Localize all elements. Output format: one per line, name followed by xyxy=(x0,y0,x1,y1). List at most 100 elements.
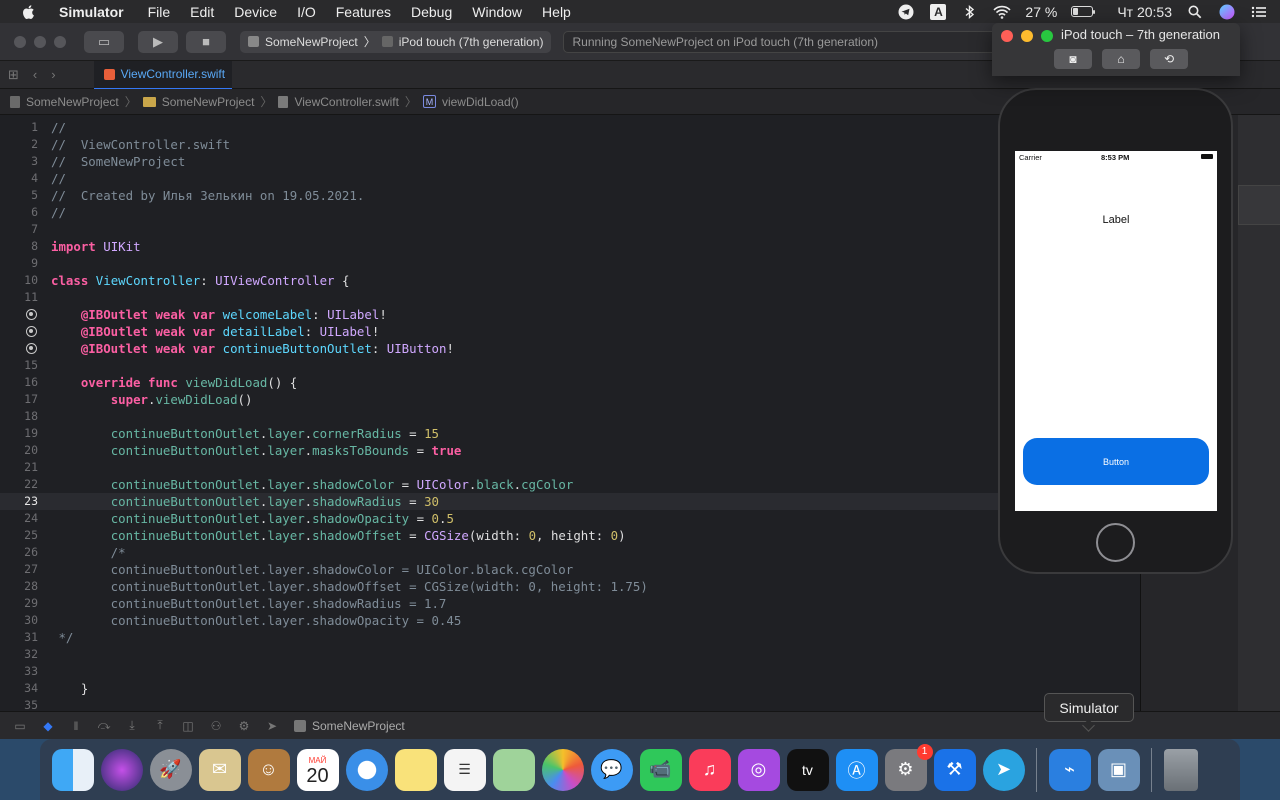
minimap[interactable] xyxy=(1238,115,1280,711)
source-editor[interactable]: 1 // 2 // ViewController.swift 3 // SomeNewPr… xyxy=(0,115,1140,711)
scheme-selector[interactable]: SomeNewProject 〉 iPod touch (7th generat… xyxy=(240,30,552,53)
rotate-button[interactable]: ⟲ xyxy=(1150,49,1188,69)
code-line[interactable]: 16 override func viewDidLoad() { xyxy=(0,374,1140,391)
tab-viewcontroller-swift[interactable]: ViewController.swift xyxy=(93,60,232,89)
code-line[interactable]: 18 xyxy=(0,408,1140,425)
step-out-icon[interactable]: ⤒ xyxy=(152,718,168,733)
code-line[interactable]: 30 continueButtonOutlet.layer.shadowOpac… xyxy=(0,612,1140,629)
code-line[interactable]: 4 // xyxy=(0,170,1140,187)
toggle-navigator-button[interactable]: ▭ xyxy=(84,30,124,53)
code-line[interactable]: 25 continueButtonOutlet.layer.shadowOffs… xyxy=(0,527,1140,544)
xcode-icon[interactable]: ⚒ xyxy=(933,748,976,791)
menu-features[interactable]: Features xyxy=(336,4,391,20)
menubar-clock[interactable]: Чт 20:53 xyxy=(1117,4,1172,20)
music-icon[interactable]: ♫ xyxy=(688,748,731,791)
menu-file[interactable]: File xyxy=(148,4,171,20)
code-line[interactable]: 22 continueButtonOutlet.layer.shadowColo… xyxy=(0,476,1140,493)
grid-icon[interactable]: ⊞ xyxy=(8,67,19,83)
code-line[interactable]: 11 xyxy=(0,289,1140,306)
step-into-icon[interactable]: ⤓ xyxy=(124,718,140,733)
code-line[interactable]: 19 continueButtonOutlet.layer.cornerRadi… xyxy=(0,425,1140,442)
code-line[interactable]: 7 xyxy=(0,221,1140,238)
jumpbar-project[interactable]: SomeNewProject xyxy=(26,95,119,109)
safari-icon[interactable] xyxy=(345,748,388,791)
code-line[interactable]: 35 xyxy=(0,697,1140,711)
sim-minimize-button[interactable] xyxy=(1021,30,1033,42)
sim-close-button[interactable] xyxy=(1001,30,1013,42)
finder-icon[interactable] xyxy=(51,748,94,791)
code-line[interactable]: 6 // xyxy=(0,204,1140,221)
code-line[interactable]: 13 @IBOutlet weak var detailLabel: UILab… xyxy=(0,323,1140,340)
mail-icon[interactable]: ✉ xyxy=(198,748,241,791)
code-line[interactable]: 1 // xyxy=(0,119,1140,136)
outlet-connection-icon[interactable] xyxy=(26,326,37,337)
siri-menubar-icon[interactable] xyxy=(1218,4,1236,20)
podcasts-icon[interactable]: ◎ xyxy=(737,748,780,791)
trash-icon[interactable] xyxy=(1163,748,1198,791)
launchpad-icon[interactable]: 🚀 xyxy=(149,748,192,791)
minimap-viewport[interactable] xyxy=(1238,185,1280,225)
back-arrow-icon[interactable]: ‹ xyxy=(33,67,37,83)
stop-button[interactable]: ■ xyxy=(186,30,226,53)
code-line[interactable]: 34 } xyxy=(0,680,1140,697)
hide-debug-area-icon[interactable]: ▭ xyxy=(12,719,28,733)
calendar-icon[interactable]: МАЙ 20 xyxy=(296,748,339,791)
code-line[interactable]: 17 super.viewDidLoad() xyxy=(0,391,1140,408)
code-line[interactable]: 31 */ xyxy=(0,629,1140,646)
code-line[interactable]: 12 @IBOutlet weak var welcomeLabel: UILa… xyxy=(0,306,1140,323)
simulator-icon[interactable]: ⌁ xyxy=(1048,748,1091,791)
code-line[interactable]: 33 xyxy=(0,663,1140,680)
zoom-window-button[interactable] xyxy=(54,35,66,48)
simulate-location-icon[interactable]: ➤ xyxy=(264,719,280,733)
outlet-connection-icon[interactable] xyxy=(26,343,37,354)
code-line[interactable]: 23 continueButtonOutlet.layer.shadowRadi… xyxy=(0,493,1140,510)
code-line[interactable]: 32 xyxy=(0,646,1140,663)
jumpbar-file[interactable]: ViewController.swift xyxy=(294,95,398,109)
code-line[interactable]: 28 continueButtonOutlet.layer.shadowOffs… xyxy=(0,578,1140,595)
contacts-icon[interactable]: ☺ xyxy=(247,748,290,791)
system-preferences-icon[interactable]: ⚙ 1 xyxy=(884,743,933,791)
maps-icon[interactable] xyxy=(492,748,535,791)
pause-icon[interactable]: ‖ xyxy=(68,719,84,733)
notes-icon[interactable] xyxy=(394,748,437,791)
reminders-icon[interactable]: ☰ xyxy=(443,748,486,791)
preview-icon[interactable]: ▣ xyxy=(1097,748,1140,791)
jumpbar-method[interactable]: viewDidLoad() xyxy=(442,95,519,109)
menu-help[interactable]: Help xyxy=(542,4,571,20)
memory-graph-icon[interactable]: ⚇ xyxy=(208,719,224,733)
code-line[interactable]: 27 continueButtonOutlet.layer.shadowColo… xyxy=(0,561,1140,578)
code-line[interactable]: 3 // SomeNewProject xyxy=(0,153,1140,170)
step-over-icon[interactable]: ⤼ xyxy=(96,718,112,733)
run-button[interactable]: ▶ xyxy=(138,30,178,53)
code-line[interactable]: 14 @IBOutlet weak var continueButtonOutl… xyxy=(0,340,1140,357)
menu-device[interactable]: Device xyxy=(234,4,277,20)
code-line[interactable]: 8 import UIKit xyxy=(0,238,1140,255)
code-line[interactable]: 20 continueButtonOutlet.layer.masksToBou… xyxy=(0,442,1140,459)
input-source-icon[interactable]: A xyxy=(929,3,947,20)
close-window-button[interactable] xyxy=(14,35,26,48)
continue-button[interactable]: Button xyxy=(1023,438,1209,485)
facetime-icon[interactable]: 📹 xyxy=(639,748,682,791)
code-line[interactable]: 9 xyxy=(0,255,1140,272)
code-line[interactable]: 10 class ViewController: UIViewController… xyxy=(0,272,1140,289)
menu-edit[interactable]: Edit xyxy=(190,4,214,20)
menu-debug[interactable]: Debug xyxy=(411,4,452,20)
wifi-icon[interactable] xyxy=(993,4,1011,20)
apple-menu-icon[interactable] xyxy=(21,4,41,20)
environment-overrides-icon[interactable]: ⚙ xyxy=(236,719,252,733)
menu-window[interactable]: Window xyxy=(472,4,522,20)
telegram-icon[interactable]: ➤ xyxy=(982,748,1025,791)
minimize-window-button[interactable] xyxy=(34,35,46,48)
forward-arrow-icon[interactable]: › xyxy=(51,67,55,83)
code-line[interactable]: 24 continueButtonOutlet.layer.shadowOpac… xyxy=(0,510,1140,527)
appstore-icon[interactable]: Ⓐ xyxy=(835,748,878,791)
spotlight-search-icon[interactable] xyxy=(1186,4,1204,20)
view-debugger-icon[interactable]: ◫ xyxy=(180,719,196,733)
device-home-button[interactable] xyxy=(1096,523,1135,562)
notification-center-icon[interactable] xyxy=(1250,4,1268,20)
code-line[interactable]: 2 // ViewController.swift xyxy=(0,136,1140,153)
battery-icon[interactable] xyxy=(1071,6,1096,17)
jumpbar-group[interactable]: SomeNewProject xyxy=(162,95,255,109)
sim-zoom-button[interactable] xyxy=(1041,30,1053,42)
siri-icon[interactable] xyxy=(100,748,143,791)
